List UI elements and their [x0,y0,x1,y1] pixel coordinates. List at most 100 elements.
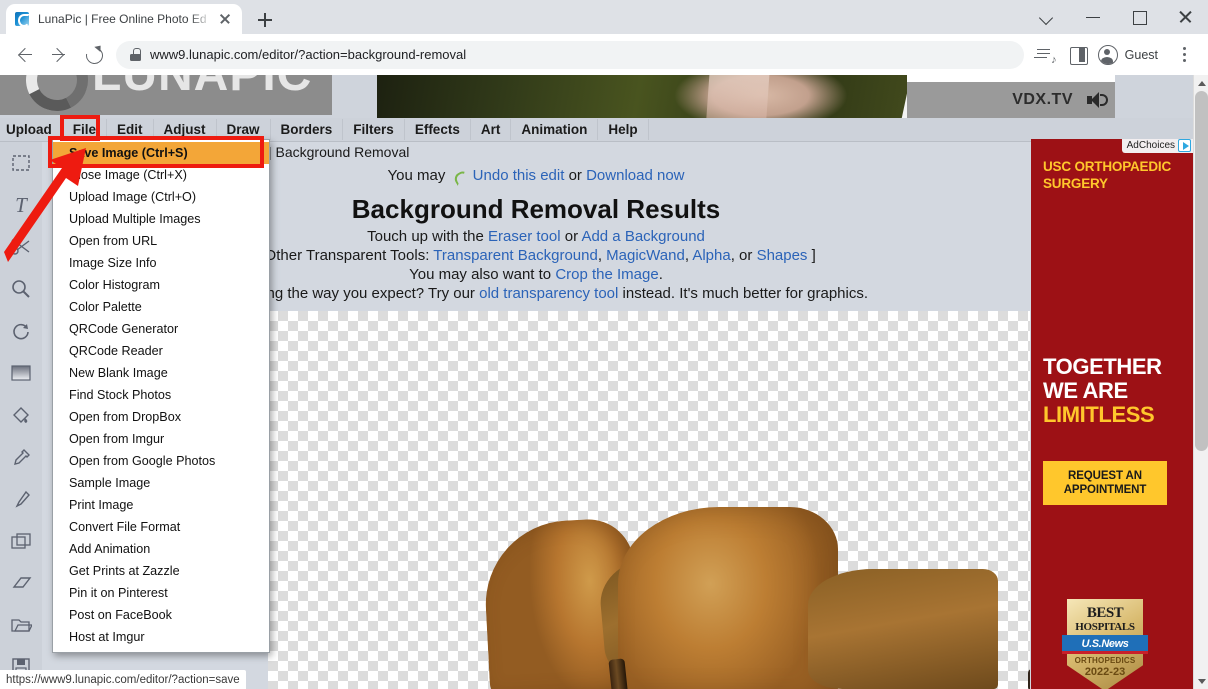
address-bar[interactable]: www9.lunapic.com/editor/?action=backgrou… [116,40,1024,69]
scrollbar-thumb[interactable] [1195,91,1208,451]
menu-post-facebook[interactable]: Post on FaceBook [53,604,269,626]
chevron-down-icon[interactable] [1024,0,1070,34]
adchoices-triangle-icon [1178,139,1191,152]
scroll-up-arrow-icon[interactable] [1194,75,1208,90]
browser-tab[interactable]: LunaPic | Free Online Photo Ed [6,4,242,34]
menu-qrcode-generator[interactable]: QRCode Generator [53,318,269,340]
lunapic-swirl-icon [17,75,97,115]
paint-bucket-icon[interactable] [0,394,42,436]
status-bar-url: https://www9.lunapic.com/editor/?action=… [6,673,240,686]
browser-window: LunaPic | Free Online Photo Ed www9.luna… [0,0,1208,689]
undo-arrow-icon [452,170,467,182]
tools-mid: , or [730,247,753,264]
eyedropper-icon[interactable] [0,436,42,478]
menu-print-image[interactable]: Print Image [53,494,269,516]
adchoices-badge[interactable]: AdChoices [1121,139,1193,153]
browser-toolbar: www9.lunapic.com/editor/?action=backgrou… [0,34,1208,75]
menu-item-filters[interactable]: Filters [343,119,405,140]
side-panel-icon[interactable] [1062,39,1094,71]
badge-ribbon: U.S.News [1062,635,1148,652]
comma-1: , [597,247,602,264]
menu-item-animation[interactable]: Animation [511,119,599,140]
ad-headline-1: TOGETHER [1043,354,1162,379]
badge-years-text: 2022-23 [1084,666,1126,678]
eraser-icon[interactable] [0,562,42,604]
download-now-link[interactable]: Download now [586,167,684,184]
magicwand-link[interactable]: MagicWand [606,247,685,264]
menu-convert-file-format[interactable]: Convert File Format [53,516,269,538]
badge-usnews-text: U.S.News [1081,637,1129,650]
profile-button[interactable]: Guest [1094,41,1168,69]
menu-open-from-google[interactable]: Open from Google Photos [53,450,269,472]
tab-title: LunaPic | Free Online Photo Ed [38,12,207,26]
crop-the-image-link[interactable]: Crop the Image [555,266,658,283]
alpha-link[interactable]: Alpha [692,247,730,264]
undo-line-mid: or [568,167,582,184]
speaker-icon[interactable] [1087,91,1108,109]
request-appointment-button[interactable]: REQUEST AN APPOINTMENT [1043,461,1167,505]
menu-color-palette[interactable]: Color Palette [53,296,269,318]
paintbrush-icon[interactable] [0,478,42,520]
sidebar-advertisement[interactable]: USC ORTHOPAEDIC SURGERY TOGETHER WE ARE … [1031,139,1193,689]
kebab-menu-icon[interactable] [1168,39,1200,71]
badge-specialty-text: ORTHOPEDICS [1074,656,1136,665]
menu-color-histogram[interactable]: Color Histogram [53,274,269,296]
old-transparency-tool-link[interactable]: old transparency tool [479,285,618,302]
menu-add-animation[interactable]: Add Animation [53,538,269,560]
image-canvas[interactable] [268,311,1030,689]
menu-get-prints-zazzle[interactable]: Get Prints at Zazzle [53,560,269,582]
legacy-suffix: instead. It's much better for graphics. [622,285,869,302]
scroll-down-arrow-icon[interactable] [1194,674,1208,689]
menu-open-from-imgur[interactable]: Open from Imgur [53,428,269,450]
tab-strip: LunaPic | Free Online Photo Ed [0,0,1208,34]
page-scrollbar[interactable] [1193,75,1208,689]
eraser-tool-link[interactable]: Eraser tool [488,228,561,245]
highlight-box-save-image [48,136,264,168]
rotate-icon[interactable] [0,310,42,352]
best-hospitals-badge: BEST HOSPITALS U.S.News ORTHOPEDICS 2022… [1062,599,1148,689]
tools-suffix: ] [811,247,816,264]
back-arrow-icon[interactable] [8,38,42,72]
undo-this-edit-link[interactable]: Undo this edit [473,167,565,184]
menu-item-art[interactable]: Art [471,119,512,140]
video-ad-brand: VDX.TV [1012,91,1073,108]
lunapic-logo[interactable]: LUNAPIC [0,75,332,115]
cta-line-1: REQUEST AN [1068,469,1142,482]
video-ad-banner[interactable]: THE GRAND CANYON STATE VDX.TV [377,75,1115,118]
menu-item-borders[interactable]: Borders [271,119,344,140]
close-icon[interactable] [216,10,234,28]
menu-item-effects[interactable]: Effects [405,119,471,140]
lock-icon [130,48,141,61]
address-bar-url: www9.lunapic.com/editor/?action=backgrou… [150,47,467,62]
minimize-icon[interactable] [1070,0,1116,34]
lunapic-logo-text: LUNAPIC [92,75,312,102]
menu-item-help[interactable]: Help [598,119,649,140]
forward-arrow-icon[interactable] [42,38,76,72]
menu-find-stock-photos[interactable]: Find Stock Photos [53,384,269,406]
menu-open-from-dropbox[interactable]: Open from DropBox [53,406,269,428]
menu-pin-pinterest[interactable]: Pin it on Pinterest [53,582,269,604]
layers-icon[interactable] [0,520,42,562]
open-folder-icon[interactable] [0,604,42,646]
video-ad-badge: THE GRAND CANYON STATE VDX.TV [907,75,1115,118]
reload-icon[interactable] [76,38,110,72]
transparent-background-link[interactable]: Transparent Background [433,247,598,264]
menu-sample-image[interactable]: Sample Image [53,472,269,494]
crop-suffix: . [658,266,663,283]
close-icon[interactable] [1162,0,1208,34]
add-background-link[interactable]: Add a Background [581,228,704,245]
comma-2: , [684,247,689,264]
gradient-icon[interactable] [0,352,42,394]
ad-headline-2: WE ARE [1043,378,1128,403]
reading-list-icon[interactable] [1030,39,1062,71]
menu-new-blank-image[interactable]: New Blank Image [53,362,269,384]
plus-icon[interactable] [252,7,278,33]
shapes-link[interactable]: Shapes [757,247,808,264]
status-bar: https://www9.lunapic.com/editor/?action=… [0,670,246,689]
video-ad-brandbar: VDX.TV [907,82,1115,118]
menu-qrcode-reader[interactable]: QRCode Reader [53,340,269,362]
menu-host-imgur[interactable]: Host at Imgur [53,626,269,648]
magnifier-icon[interactable] [0,268,42,310]
maximize-icon[interactable] [1116,0,1162,34]
lunapic-favicon [14,11,30,27]
